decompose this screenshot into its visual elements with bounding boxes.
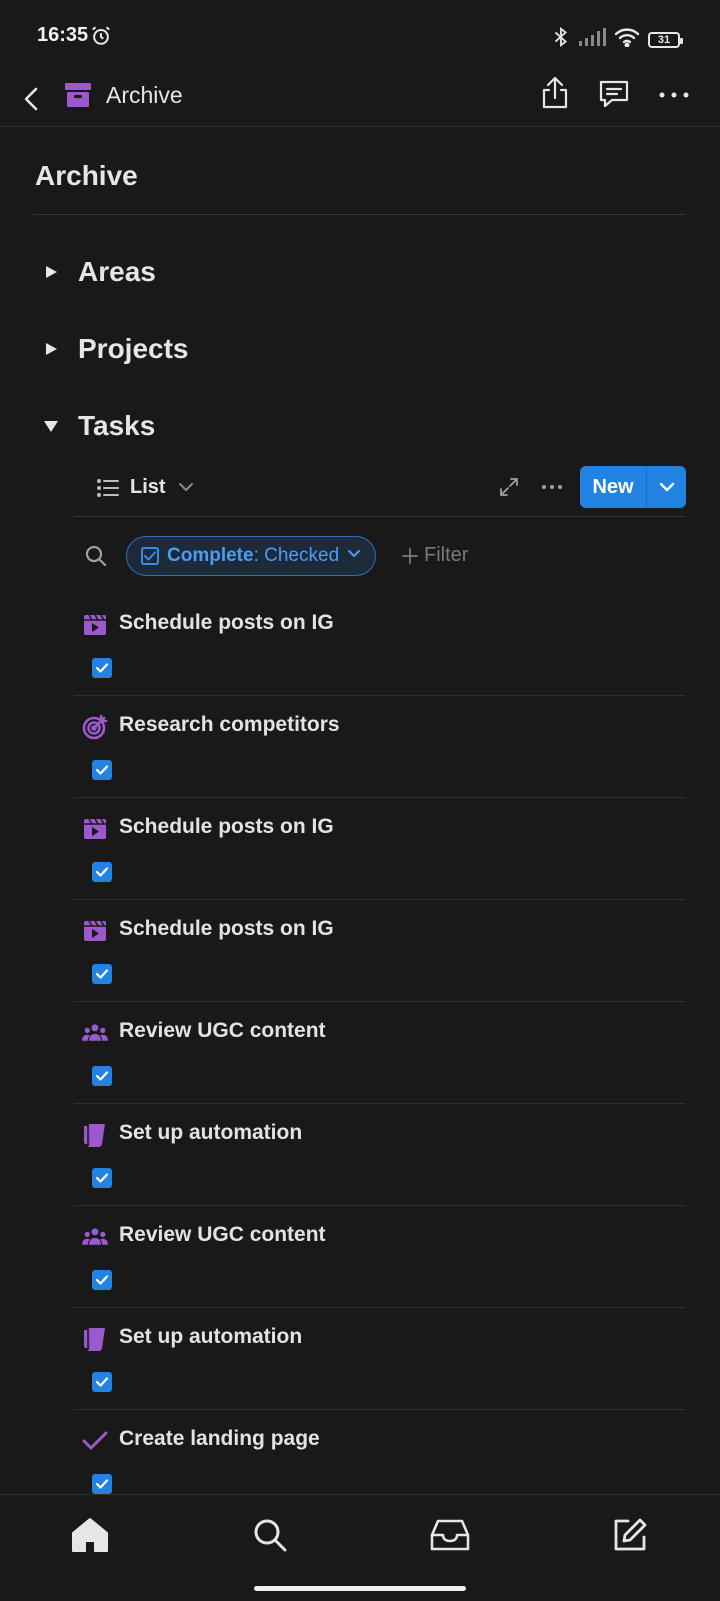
complete-checkbox[interactable] bbox=[92, 1168, 112, 1188]
complete-checkbox[interactable] bbox=[92, 1372, 112, 1392]
expanded-triangle-icon[interactable] bbox=[40, 415, 62, 437]
home-indicator[interactable] bbox=[254, 1586, 466, 1591]
list-item[interactable]: Research competitors bbox=[74, 696, 685, 798]
complete-checkbox[interactable] bbox=[92, 862, 112, 882]
search-icon[interactable] bbox=[248, 1513, 292, 1557]
filter-chip-complete[interactable]: Complete: Checked bbox=[126, 536, 377, 576]
list-item[interactable]: Set up automation bbox=[74, 1308, 685, 1410]
section-label: Tasks bbox=[78, 410, 156, 441]
section-label: Projects bbox=[78, 333, 189, 364]
task-name: Review UGC content bbox=[119, 1223, 326, 1246]
status-time: 16:35 bbox=[37, 24, 89, 46]
video-icon bbox=[82, 612, 108, 638]
battery-icon: 31 bbox=[648, 31, 683, 48]
view-more-icon[interactable] bbox=[540, 478, 564, 501]
list-item[interactable]: Review UGC content bbox=[74, 1206, 685, 1308]
task-name: Schedule posts on IG bbox=[119, 917, 334, 940]
status-bar: 16:35 31 bbox=[0, 0, 720, 72]
people-icon bbox=[82, 1224, 108, 1250]
collapsed-triangle-icon[interactable] bbox=[40, 338, 62, 360]
compose-icon[interactable] bbox=[608, 1513, 652, 1557]
complete-checkbox[interactable] bbox=[92, 1066, 112, 1086]
plus-icon bbox=[402, 547, 418, 564]
section-tasks[interactable]: Tasks bbox=[40, 410, 155, 442]
task-name: Research competitors bbox=[119, 713, 340, 736]
scroll-icon bbox=[82, 1122, 108, 1148]
filter-value: Checked bbox=[264, 545, 340, 566]
complete-checkbox[interactable] bbox=[92, 1270, 112, 1290]
filter-bar: Complete: Checked Filter bbox=[74, 536, 685, 578]
video-icon bbox=[82, 918, 108, 944]
wifi-icon bbox=[614, 27, 640, 52]
expand-icon[interactable] bbox=[498, 476, 520, 503]
database-view-bar: List New bbox=[74, 466, 686, 517]
search-icon[interactable] bbox=[84, 544, 108, 573]
home-icon[interactable] bbox=[68, 1513, 112, 1557]
task-name: Review UGC content bbox=[119, 1019, 326, 1042]
share-icon[interactable] bbox=[540, 76, 570, 115]
list-item[interactable]: Review UGC content bbox=[74, 1002, 685, 1104]
filter-chip-text: Complete: Checked bbox=[167, 545, 339, 567]
comment-icon[interactable] bbox=[598, 78, 630, 115]
back-button[interactable] bbox=[18, 82, 48, 116]
bottom-navigation bbox=[0, 1494, 720, 1601]
list-item[interactable]: Schedule posts on IG bbox=[74, 594, 685, 696]
chevron-down-icon bbox=[347, 547, 361, 565]
list-item[interactable]: Schedule posts on IG bbox=[74, 798, 685, 900]
target-icon bbox=[82, 714, 108, 740]
section-projects[interactable]: Projects bbox=[40, 333, 189, 365]
list-view-icon[interactable] bbox=[96, 477, 120, 504]
filter-separator: : bbox=[253, 545, 265, 566]
task-name: Create landing page bbox=[119, 1427, 320, 1450]
scroll-icon bbox=[82, 1326, 108, 1352]
complete-checkbox[interactable] bbox=[92, 760, 112, 780]
checkmark-icon bbox=[82, 1428, 108, 1454]
signal-icon bbox=[578, 27, 606, 52]
filter-property: Complete bbox=[167, 545, 254, 566]
task-name: Schedule posts on IG bbox=[119, 815, 334, 838]
section-label: Areas bbox=[78, 256, 156, 287]
more-options-icon[interactable] bbox=[658, 80, 690, 115]
alarm-icon bbox=[90, 25, 112, 52]
chevron-down-icon[interactable] bbox=[178, 480, 194, 499]
page-title[interactable]: Archive bbox=[35, 160, 138, 192]
task-name: Schedule posts on IG bbox=[119, 611, 334, 634]
new-dropdown-chevron-icon[interactable] bbox=[647, 480, 686, 494]
task-name: Set up automation bbox=[119, 1121, 303, 1144]
collapsed-triangle-icon[interactable] bbox=[40, 261, 62, 283]
checkbox-icon bbox=[141, 547, 159, 565]
list-item[interactable]: Schedule posts on IG bbox=[74, 900, 685, 1002]
page-breadcrumb-title[interactable]: Archive bbox=[106, 82, 183, 109]
add-filter-button[interactable]: Filter bbox=[402, 544, 468, 567]
archive-icon bbox=[64, 81, 92, 114]
task-list: Schedule posts on IG Research competitor… bbox=[74, 594, 685, 1512]
top-bar: Archive bbox=[0, 72, 720, 127]
view-selector[interactable]: List bbox=[130, 476, 166, 499]
list-item[interactable]: Set up automation bbox=[74, 1104, 685, 1206]
complete-checkbox[interactable] bbox=[92, 964, 112, 984]
bluetooth-icon bbox=[552, 26, 570, 53]
section-areas[interactable]: Areas bbox=[40, 256, 156, 288]
task-name: Set up automation bbox=[119, 1325, 303, 1348]
complete-checkbox[interactable] bbox=[92, 1474, 112, 1494]
new-button[interactable]: New bbox=[580, 466, 686, 508]
complete-checkbox[interactable] bbox=[92, 658, 112, 678]
video-icon bbox=[82, 816, 108, 842]
people-icon bbox=[82, 1020, 108, 1046]
new-button-label: New bbox=[592, 475, 634, 498]
title-divider bbox=[33, 214, 685, 215]
add-filter-label: Filter bbox=[424, 544, 469, 566]
inbox-icon[interactable] bbox=[428, 1513, 472, 1557]
